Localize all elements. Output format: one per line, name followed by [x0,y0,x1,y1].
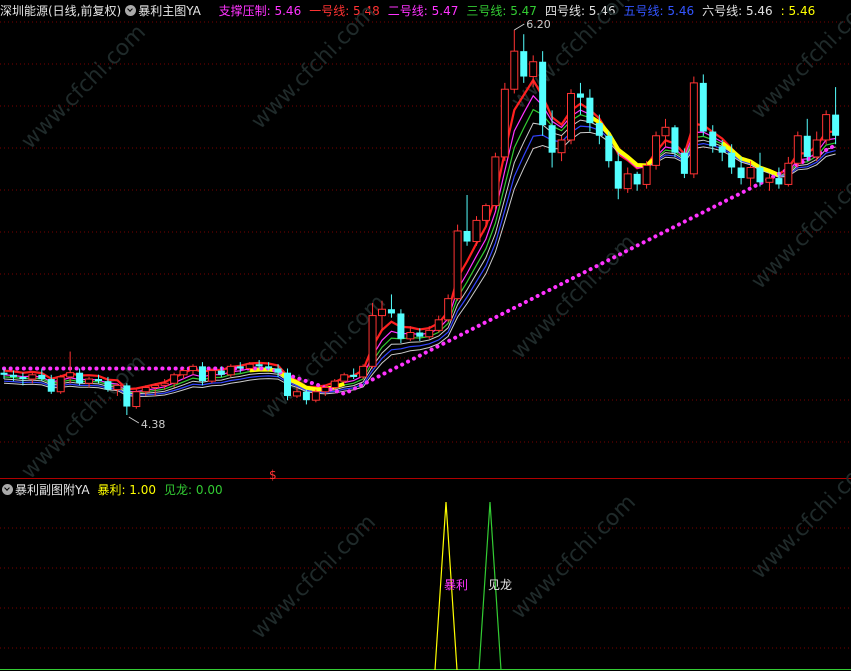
watermark-text: www.cfchi.com [17,20,151,154]
candle [775,167,783,189]
candle [605,131,613,168]
candle [500,82,509,162]
candle [463,195,471,246]
candle [434,315,443,333]
high-arrow [514,23,525,31]
candle [539,51,547,136]
baoli-label: 暴利 [444,578,468,592]
candle [453,224,462,301]
candle [671,125,679,157]
candle [189,364,197,375]
candle [226,364,235,377]
candle [756,152,764,187]
sub-chart-signals: 暴利 见龙 [434,501,512,671]
candle [472,216,481,246]
candle [481,203,490,227]
low-arrow [128,416,140,424]
candle [642,161,651,189]
grid-lines [0,21,851,670]
candle [832,87,840,145]
candle [132,389,141,409]
candle [567,89,575,145]
stock-chart-window: 深圳能源(日线,前复权) 暴利主图YA 支撑压制: 5.46 一号线: 5.48 二号… [0,0,851,671]
candle [784,156,793,187]
candle [633,171,641,191]
watermark-text: www.cfchi.com [747,450,851,584]
candle [397,309,405,344]
candle [207,368,216,384]
candle [812,131,821,162]
candle [586,89,594,132]
candle [557,135,566,162]
moving-average-lines [2,77,838,398]
line-1 [3,77,836,391]
annotations: 6.20 4.38 $ [128,18,551,482]
watermark-text: www.cfchi.com [247,510,381,644]
candle [123,383,131,415]
watermark-text: www.cfchi.com [247,0,381,134]
candle [491,152,500,210]
watermark-text: www.cfchi.com [507,490,641,624]
candle [689,76,698,179]
candle [510,30,519,94]
candle [56,374,65,394]
candle [803,118,811,162]
candle [680,148,688,179]
low-label: 4.38 [141,418,166,431]
candle [284,368,291,401]
candle [652,131,661,170]
price-chart[interactable]: www.cfchi.com www.cfchi.com www.cfchi.com w… [0,0,851,671]
jianlong-label: 见龙 [488,578,512,592]
candle [576,82,584,115]
watermark: www.cfchi.com www.cfchi.com www.cfchi.com w… [17,0,851,644]
candle [793,131,802,168]
line-4 [3,119,836,395]
candle [302,389,310,405]
dollar-marker: $ [269,468,277,482]
candle [614,152,622,200]
candle [699,74,707,136]
candle [520,34,528,83]
high-label: 6.20 [526,18,551,31]
candle [359,364,368,380]
watermark-text: www.cfchi.com [507,230,641,364]
candle [623,167,632,193]
candle [444,294,453,322]
candle [19,372,27,386]
candle [311,389,320,403]
candle [822,110,831,145]
candle [76,368,84,386]
